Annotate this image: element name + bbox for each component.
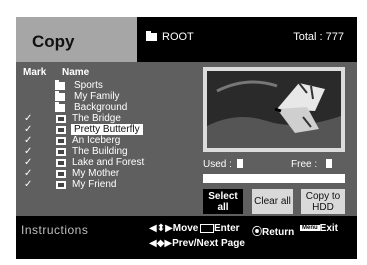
page-title: Copy bbox=[32, 32, 75, 51]
check-mark-icon: ✓ bbox=[24, 179, 33, 190]
list-item-label: My Family bbox=[74, 91, 120, 102]
instructions-bar: Instructions ◀⬍▶Move Enter ⦿Return Menu E… bbox=[16, 216, 357, 259]
check-mark-icon: ✓ bbox=[24, 135, 33, 146]
current-path: ROOT bbox=[162, 31, 194, 43]
clear-all-button[interactable]: Clear all bbox=[252, 189, 293, 214]
list-item-label: An Iceberg bbox=[72, 135, 121, 146]
list-item-label: My Friend bbox=[72, 179, 117, 190]
name-column-header: Name bbox=[62, 67, 90, 78]
page-hint: ◀◆▶Prev/Next Page bbox=[149, 238, 245, 249]
exit-hint: Menu Exit bbox=[300, 223, 338, 234]
butterfly-photo bbox=[207, 71, 341, 148]
copy-screen: Copy ROOT Total : 777 Mark Name Sports My… bbox=[16, 17, 357, 259]
check-mark-icon: ✓ bbox=[24, 113, 33, 124]
folder-icon bbox=[146, 31, 157, 41]
list-item-label: My Mother bbox=[72, 168, 120, 179]
list-item[interactable]: ✓ Lake and Forest bbox=[16, 157, 192, 168]
photo-icon bbox=[56, 115, 66, 123]
photo-icon bbox=[56, 148, 66, 156]
list-item-label: Pretty Butterfly bbox=[71, 124, 143, 135]
path-bar: ROOT Total : 777 bbox=[137, 17, 357, 62]
list-item-label: The Building bbox=[72, 146, 128, 157]
return-hint: ⦿Return bbox=[252, 223, 294, 238]
enter-icon bbox=[200, 223, 214, 233]
list-item[interactable]: Sports bbox=[16, 80, 192, 91]
title-panel: Copy bbox=[16, 17, 137, 62]
list-item-label: Lake and Forest bbox=[72, 157, 145, 168]
free-label: Free : bbox=[291, 159, 318, 170]
move-label: Move bbox=[172, 223, 199, 234]
exit-label: Exit bbox=[319, 223, 339, 234]
used-indicator bbox=[237, 159, 243, 168]
photo-icon bbox=[56, 170, 66, 178]
folder-icon bbox=[55, 80, 65, 90]
list-item[interactable]: ✓ Pretty Butterfly bbox=[16, 124, 192, 135]
list-item[interactable]: ✓ An Iceberg bbox=[16, 135, 192, 146]
menu-icon: Menu bbox=[300, 225, 320, 232]
enter-hint: Enter bbox=[200, 223, 240, 234]
photo-icon bbox=[56, 181, 66, 189]
check-mark-icon: ✓ bbox=[24, 168, 33, 179]
list-item-label: Background bbox=[74, 102, 128, 113]
photo-icon bbox=[56, 159, 66, 167]
list-item-label: Sports bbox=[74, 80, 103, 91]
list-item-label: The Bridge bbox=[72, 113, 121, 124]
list-item[interactable]: ✓ The Building bbox=[16, 146, 192, 157]
photo-icon bbox=[56, 126, 66, 134]
move-arrows-icon: ◀⬍▶ bbox=[149, 223, 173, 234]
enter-label: Enter bbox=[214, 223, 240, 234]
used-label: Used : bbox=[203, 159, 232, 170]
total-count: Total : 777 bbox=[293, 31, 344, 43]
list-item[interactable]: ✓ My Mother bbox=[16, 168, 192, 179]
move-hint: ◀⬍▶Move bbox=[149, 223, 198, 234]
list-item[interactable]: My Family bbox=[16, 91, 192, 102]
check-mark-icon: ✓ bbox=[24, 146, 33, 157]
list-item[interactable]: Background bbox=[16, 102, 192, 113]
folder-icon bbox=[55, 91, 65, 101]
page-arrows-icon: ◀◆▶ bbox=[149, 238, 173, 249]
folder-icon bbox=[55, 102, 65, 112]
page-label: Prev/Next Page bbox=[172, 238, 245, 249]
instructions-label: Instructions bbox=[21, 223, 89, 237]
return-icon: ⦿ bbox=[252, 227, 262, 238]
select-all-button[interactable]: Select all bbox=[203, 189, 243, 214]
list-item[interactable]: ✓ My Friend bbox=[16, 179, 192, 190]
check-mark-icon: ✓ bbox=[24, 124, 33, 135]
photo-icon bbox=[56, 137, 66, 145]
usage-bar bbox=[203, 174, 345, 183]
free-indicator bbox=[326, 159, 332, 168]
copy-to-hdd-button[interactable]: Copy to HDD bbox=[301, 189, 345, 214]
check-mark-icon: ✓ bbox=[24, 157, 33, 168]
return-label: Return bbox=[262, 227, 295, 238]
title-bar: Copy ROOT Total : 777 bbox=[16, 17, 357, 62]
mark-column-header: Mark bbox=[23, 67, 47, 78]
image-preview bbox=[203, 67, 345, 152]
list-item[interactable]: ✓ The Bridge bbox=[16, 113, 192, 124]
